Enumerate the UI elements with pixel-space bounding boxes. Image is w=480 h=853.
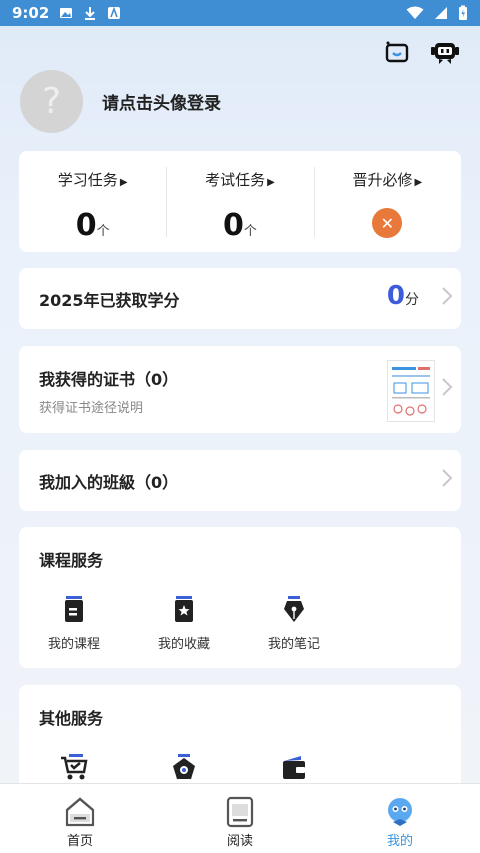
download-notification-icon	[85, 7, 96, 20]
my-notes-button[interactable]: 我的笔记	[239, 595, 349, 652]
course-service-title: 课程服务	[39, 551, 104, 570]
cart-check-icon	[19, 753, 129, 781]
tab-reading-label: 阅读	[226, 834, 253, 849]
top-actions	[382, 38, 460, 68]
bottom-tab-bar: 首页 阅读 我的	[0, 783, 480, 853]
my-courses-label: 我的课程	[47, 637, 100, 652]
certificate-guide-link[interactable]: 获得证书途径说明	[39, 397, 143, 416]
chevron-right-icon	[441, 286, 453, 312]
my-favorites-label: 我的收藏	[157, 637, 210, 652]
status-bar: 9:02	[0, 0, 480, 26]
customer-service-icon[interactable]	[430, 38, 460, 68]
exam-task[interactable]: 考试任务 ▶ 0个	[166, 151, 313, 252]
login-prompt[interactable]: 请点击头像登录	[102, 89, 221, 114]
chevron-right-icon	[441, 377, 453, 403]
promotion-required-title: 晋升必修 ▶	[352, 171, 423, 189]
wallet-icon	[239, 753, 349, 781]
credit-row[interactable]: 2025年已获取学分 0分	[19, 268, 461, 329]
credit-value: 0分	[386, 281, 419, 311]
reader-icon	[160, 796, 320, 828]
avatar[interactable]: ?	[20, 70, 83, 133]
tab-reading[interactable]: 阅读	[160, 784, 320, 853]
study-task-count: 0个	[75, 208, 110, 243]
other-service-title: 其他服务	[39, 709, 104, 728]
robot-face-icon	[320, 796, 480, 828]
caret-right-icon: ▶	[414, 177, 423, 188]
certificate-thumbnail	[387, 360, 435, 422]
classes-row[interactable]: 我加入的班級（0）	[19, 450, 461, 511]
tab-mine-label: 我的	[386, 834, 413, 849]
tab-home[interactable]: 首页	[0, 784, 160, 853]
home-icon	[0, 796, 160, 828]
caret-right-icon: ▶	[119, 177, 128, 188]
cart-button[interactable]	[19, 753, 129, 781]
chevron-right-icon	[441, 468, 453, 494]
pen-nib-icon	[239, 595, 349, 623]
study-task[interactable]: 学习任务 ▶ 0个	[19, 151, 166, 252]
credit-label: 2025年已获取学分	[39, 290, 180, 310]
image-notification-icon	[60, 8, 73, 18]
certificate-label: 我获得的证书（0）	[39, 370, 179, 389]
my-courses-button[interactable]: 我的课程	[19, 595, 129, 652]
course-service-card: 课程服务 我的课程 我的收藏 我的笔记	[19, 527, 461, 668]
profile-header: ? 请点击头像登录	[20, 70, 221, 133]
status-time: 9:02	[12, 4, 50, 22]
caret-right-icon: ▶	[267, 177, 275, 188]
close-circle-icon: ✕	[372, 208, 403, 238]
my-favorites-button[interactable]: 我的收藏	[129, 595, 239, 652]
my-notes-label: 我的笔记	[267, 637, 320, 652]
certificate-row[interactable]: 我获得的证书（0） 获得证书途径说明	[19, 346, 461, 433]
promotion-required[interactable]: 晋升必修 ▶ ✕	[313, 151, 461, 252]
classes-label: 我加入的班級（0）	[39, 472, 179, 492]
app-notification-icon	[108, 6, 121, 19]
pentagon-icon	[129, 753, 239, 781]
tasks-card: 学习任务 ▶ 0个 考试任务 ▶ 0个 晋升必修 ▶ ✕	[19, 151, 461, 252]
exam-task-count: 0个	[223, 208, 257, 243]
signal-icon	[435, 7, 447, 19]
wifi-icon	[406, 6, 424, 19]
tab-mine[interactable]: 我的	[320, 784, 480, 853]
book-icon	[19, 595, 129, 623]
tab-home-label: 首页	[66, 834, 93, 849]
battery-icon	[459, 5, 467, 20]
wallet-button[interactable]	[239, 753, 349, 781]
study-task-title: 学习任务 ▶	[57, 171, 128, 189]
message-icon[interactable]	[382, 38, 412, 68]
star-bookmark-icon	[129, 595, 239, 623]
exam-task-title: 考试任务 ▶	[205, 171, 275, 189]
pentagon-service-button[interactable]	[129, 753, 239, 781]
